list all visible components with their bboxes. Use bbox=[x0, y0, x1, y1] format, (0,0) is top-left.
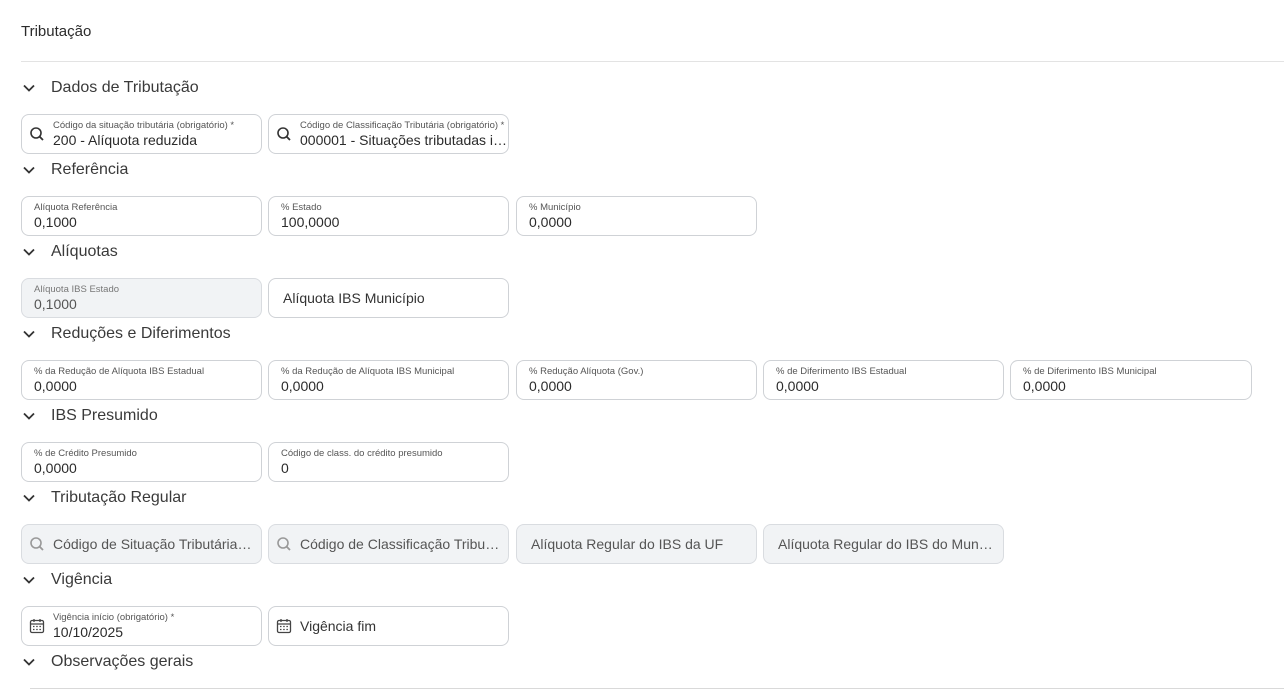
credito-presumido-field[interactable]: % de Crédito Presumido 0,0000 bbox=[21, 442, 262, 482]
field-value: 0,0000 bbox=[529, 377, 572, 394]
field-label: Código de class. do crédito presumido bbox=[281, 447, 443, 459]
section-aliquotas[interactable]: Alíquotas bbox=[21, 241, 118, 263]
cclass-trib-regular-field: Código de Classificação Tributária Regul… bbox=[268, 524, 509, 564]
section-dados-tributacao[interactable]: Dados de Tributação bbox=[21, 77, 199, 99]
field-placeholder: Alíquota Regular do IBS do Município bbox=[778, 536, 1003, 552]
section-tributacao-regular[interactable]: Tributação Regular bbox=[21, 487, 186, 509]
field-value: 0,0000 bbox=[776, 377, 819, 394]
aliquota-ibs-estado-field: Alíquota IBS Estado 0,1000 bbox=[21, 278, 262, 318]
field-label: % Município bbox=[529, 201, 581, 213]
section-label: Referência bbox=[51, 161, 129, 178]
field-value: 0,0000 bbox=[281, 377, 324, 394]
field-value: 200 - Alíquota reduzida bbox=[53, 131, 197, 148]
field-value: 0,1000 bbox=[34, 295, 77, 312]
chevron-down-icon bbox=[23, 576, 35, 584]
section-referencia[interactable]: Referência bbox=[21, 159, 128, 181]
field-placeholder: Alíquota Regular do IBS da UF bbox=[531, 536, 724, 552]
field-value: 10/10/2025 bbox=[53, 623, 124, 640]
reducao-ibs-estadual-field[interactable]: % da Redução de Alíquota IBS Estadual 0,0… bbox=[21, 360, 262, 400]
field-value: 0,0000 bbox=[1023, 377, 1066, 394]
chevron-down-icon bbox=[23, 330, 35, 338]
search-icon bbox=[30, 127, 44, 141]
title-divider bbox=[21, 61, 1284, 62]
section-observacoes-gerais[interactable]: Observações gerais bbox=[21, 651, 193, 673]
field-label: % da Redução de Alíquota IBS Municipal bbox=[281, 365, 455, 377]
field-value: 0 bbox=[281, 459, 289, 476]
aliquota-regular-uf-field: Alíquota Regular do IBS da UF bbox=[516, 524, 757, 564]
chevron-down-icon bbox=[23, 412, 35, 420]
section-label: Observações gerais bbox=[51, 653, 194, 670]
field-label: Alíquota Referência bbox=[34, 201, 118, 213]
search-icon bbox=[277, 537, 291, 551]
cclass-trib-field[interactable]: Código de Classificação Tributária (obri… bbox=[268, 114, 509, 154]
percent-estado-field[interactable]: % Estado 100,0000 bbox=[268, 196, 509, 236]
chevron-down-icon bbox=[23, 658, 35, 666]
field-value: 0,0000 bbox=[34, 459, 77, 476]
cst-regular-field: Código de Situação Tributária Regular bbox=[21, 524, 262, 564]
chevron-down-icon bbox=[23, 166, 35, 174]
section-label: Alíquotas bbox=[51, 243, 118, 260]
section-ibs-presumido[interactable]: IBS Presumido bbox=[21, 405, 158, 427]
search-icon bbox=[277, 127, 291, 141]
section-label: Dados de Tributação bbox=[51, 79, 199, 96]
field-value: 000001 - Situações tributadas integralme… bbox=[300, 131, 508, 148]
field-label: Alíquota IBS Estado bbox=[34, 283, 120, 295]
aliquota-regular-municipio-field: Alíquota Regular do IBS do Município bbox=[763, 524, 1004, 564]
section-reducoes-diferimentos[interactable]: Reduções e Diferimentos bbox=[21, 323, 231, 345]
field-placeholder: Vigência fim bbox=[300, 618, 377, 634]
field-placeholder: Código de Situação Tributária Regular bbox=[53, 536, 261, 552]
section-label: Reduções e Diferimentos bbox=[51, 325, 231, 342]
vigencia-fim-field[interactable]: Vigência fim bbox=[268, 606, 509, 646]
aliquota-ibs-municipio-field[interactable]: Alíquota IBS Município bbox=[268, 278, 509, 318]
chevron-down-icon bbox=[23, 494, 35, 502]
reducao-aliquota-gov-field[interactable]: % Redução Alíquota (Gov.) 0,0000 bbox=[516, 360, 757, 400]
aliquota-referencia-field[interactable]: Alíquota Referência 0,1000 bbox=[21, 196, 262, 236]
reducao-ibs-municipal-field[interactable]: % da Redução de Alíquota IBS Municipal 0,… bbox=[268, 360, 509, 400]
field-value: 0,1000 bbox=[34, 213, 77, 230]
calendar-icon bbox=[276, 619, 292, 634]
field-label: % Estado bbox=[281, 201, 322, 213]
section-label: Vigência bbox=[51, 571, 113, 588]
field-label: Código da situação tributária (obrigatór… bbox=[53, 119, 235, 131]
cst-field[interactable]: Código da situação tributária (obrigatór… bbox=[21, 114, 262, 154]
calendar-icon bbox=[29, 619, 45, 634]
diferimento-ibs-municipal-field[interactable]: % de Diferimento IBS Municipal 0,0000 bbox=[1010, 360, 1252, 400]
field-value: 0,0000 bbox=[529, 213, 572, 230]
vigencia-inicio-field[interactable]: Vigência início (obrigatório) * 10/10/202… bbox=[21, 606, 262, 646]
chevron-down-icon bbox=[23, 84, 35, 92]
diferimento-ibs-estadual-field[interactable]: % de Diferimento IBS Estadual 0,0000 bbox=[763, 360, 1004, 400]
field-label: % de Diferimento IBS Municipal bbox=[1023, 365, 1157, 377]
field-label: Vigência início (obrigatório) * bbox=[53, 611, 175, 623]
field-label: % Redução Alíquota (Gov.) bbox=[529, 365, 644, 377]
field-placeholder: Alíquota IBS Município bbox=[283, 290, 425, 306]
section-label: IBS Presumido bbox=[51, 407, 158, 424]
search-icon bbox=[30, 537, 44, 551]
field-label: Código de Classificação Tributária (obri… bbox=[300, 119, 505, 131]
section-vigencia[interactable]: Vigência bbox=[21, 569, 112, 591]
field-label: % da Redução de Alíquota IBS Estadual bbox=[34, 365, 205, 377]
percent-municipio-field[interactable]: % Município 0,0000 bbox=[516, 196, 757, 236]
field-label: % de Crédito Presumido bbox=[34, 447, 137, 459]
field-placeholder: Código de Classificação Tributária Regul… bbox=[300, 536, 508, 552]
field-value: 100,0000 bbox=[281, 213, 340, 230]
section-label: Tributação Regular bbox=[51, 489, 187, 506]
field-label: % de Diferimento IBS Estadual bbox=[776, 365, 907, 377]
field-value: 0,0000 bbox=[34, 377, 77, 394]
chevron-down-icon bbox=[23, 248, 35, 256]
codigo-class-credito-field[interactable]: Código de class. do crédito presumido 0 bbox=[268, 442, 509, 482]
page-title: Tributação bbox=[21, 23, 92, 40]
